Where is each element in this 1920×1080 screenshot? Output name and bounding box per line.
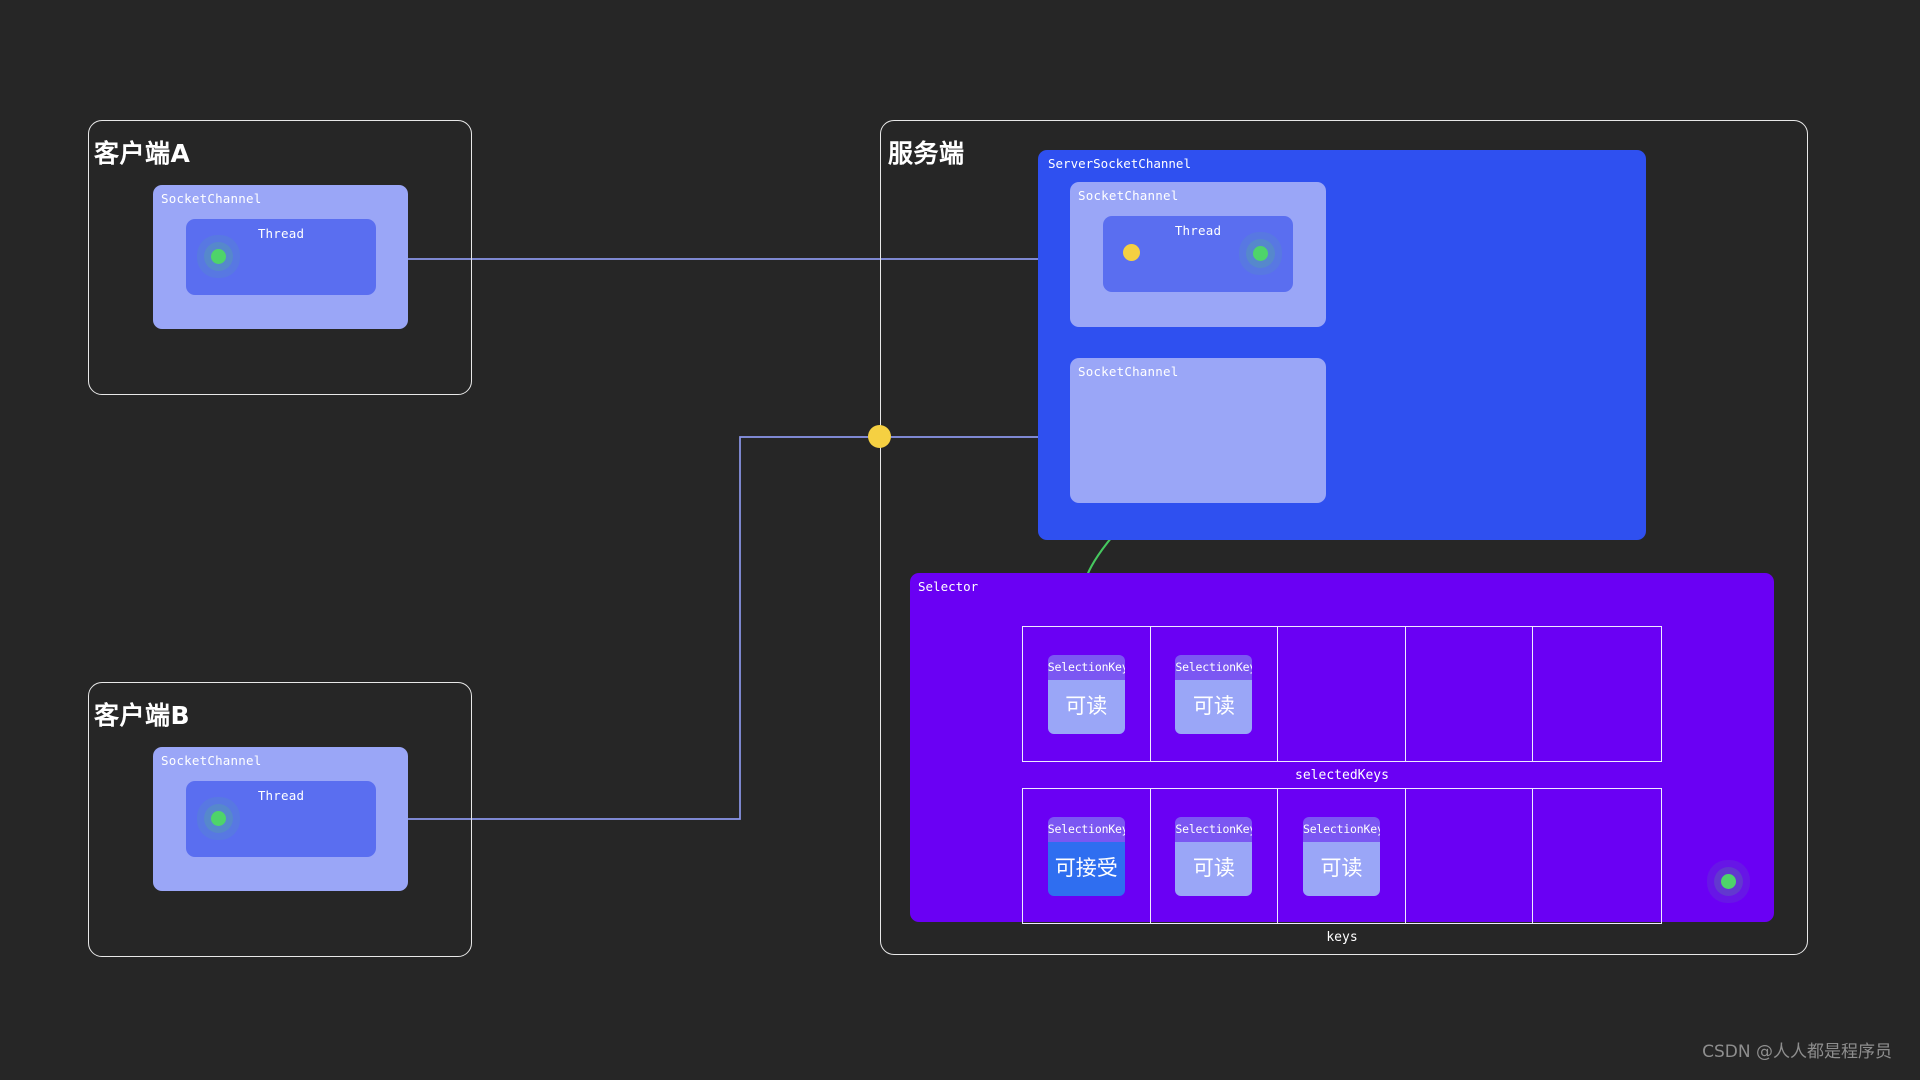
selection-key-state: 可读	[1302, 841, 1380, 896]
client-a-thread-label: Thread	[257, 226, 305, 241]
keys-cell[interactable]: SelectionKey 可读	[1278, 789, 1406, 923]
client-a-thread-green-dot	[211, 249, 226, 264]
selection-key[interactable]: SelectionKey 可读	[1175, 654, 1253, 734]
server-thread-label: Thread	[1174, 223, 1222, 238]
server-thread-green-dot	[1253, 246, 1268, 261]
server-socketchannel-2: SocketChannel	[1070, 358, 1326, 503]
client-b-socketchannel-label: SocketChannel	[161, 753, 262, 768]
selection-key[interactable]: SelectionKey 可读	[1302, 816, 1380, 896]
server-socketchannel-label: ServerSocketChannel	[1048, 156, 1191, 171]
client-b-thread-label: Thread	[257, 788, 305, 803]
selection-key-state: 可读	[1047, 679, 1125, 734]
selection-key-state: 可读	[1175, 679, 1253, 734]
client-b-thread: Thread	[186, 781, 376, 857]
selection-key-state: 可读	[1175, 841, 1253, 896]
server-socketchannel-container: ServerSocketChannel SocketChannel Thread…	[1038, 150, 1646, 540]
selection-key[interactable]: SelectionKey 可读	[1175, 816, 1253, 896]
keys-cell-empty[interactable]	[1533, 789, 1661, 923]
selected-keys-row: SelectionKey 可读 SelectionKey 可读	[1022, 626, 1662, 762]
selected-keys-cell-empty[interactable]	[1406, 627, 1534, 761]
selector-container: Selector SelectionKey 可读 SelectionKey 可读…	[910, 573, 1774, 945]
client-b-socketchannel: SocketChannel Thread	[153, 747, 408, 891]
selected-keys-cell[interactable]: SelectionKey 可读	[1023, 627, 1151, 761]
server-socketchannel-1-thread: Thread	[1103, 216, 1293, 292]
selector-label: Selector	[918, 579, 979, 594]
server-thread-yellow-dot	[1123, 244, 1140, 261]
junction-yellow-dot	[868, 425, 891, 448]
client-b-thread-green-dot	[211, 811, 226, 826]
selection-key-label: SelectionKey	[1175, 654, 1253, 680]
selection-key-label: SelectionKey	[1047, 816, 1125, 842]
server-socketchannel-2-label: SocketChannel	[1078, 364, 1179, 379]
watermark: CSDN @人人都是程序员	[1702, 1042, 1892, 1062]
client-a-title: 客户端A	[94, 139, 191, 168]
client-a-thread: Thread	[186, 219, 376, 295]
client-a-socketchannel: SocketChannel Thread	[153, 185, 408, 329]
client-a-socketchannel-label: SocketChannel	[161, 191, 262, 206]
selector-green-dot	[1721, 874, 1736, 889]
keys-cell-empty[interactable]	[1406, 789, 1534, 923]
diagram-canvas: 客户端A SocketChannel Thread 客户端B SocketCha…	[0, 0, 1920, 1080]
keys-cell[interactable]: SelectionKey 可接受	[1023, 789, 1151, 923]
selected-keys-cell-empty[interactable]	[1533, 627, 1661, 761]
selection-key[interactable]: SelectionKey 可读	[1047, 654, 1125, 734]
selected-keys-caption: selectedKeys	[1295, 768, 1389, 783]
server-socketchannel-1: SocketChannel Thread	[1070, 182, 1326, 327]
selection-key-label: SelectionKey	[1302, 816, 1380, 842]
keys-row: SelectionKey 可接受 SelectionKey 可读 Selecti…	[1022, 788, 1662, 924]
selected-keys-cell[interactable]: SelectionKey 可读	[1151, 627, 1279, 761]
selection-key[interactable]: SelectionKey 可接受	[1047, 816, 1125, 896]
client-b-title: 客户端B	[94, 701, 191, 730]
server-title: 服务端	[888, 139, 965, 168]
keys-cell[interactable]: SelectionKey 可读	[1151, 789, 1279, 923]
selection-key-label: SelectionKey	[1047, 654, 1125, 680]
selected-keys-cell-empty[interactable]	[1278, 627, 1406, 761]
selection-key-label: SelectionKey	[1175, 816, 1253, 842]
server-socketchannel-1-label: SocketChannel	[1078, 188, 1179, 203]
selection-key-state: 可接受	[1047, 841, 1125, 896]
keys-caption: keys	[1326, 930, 1358, 945]
